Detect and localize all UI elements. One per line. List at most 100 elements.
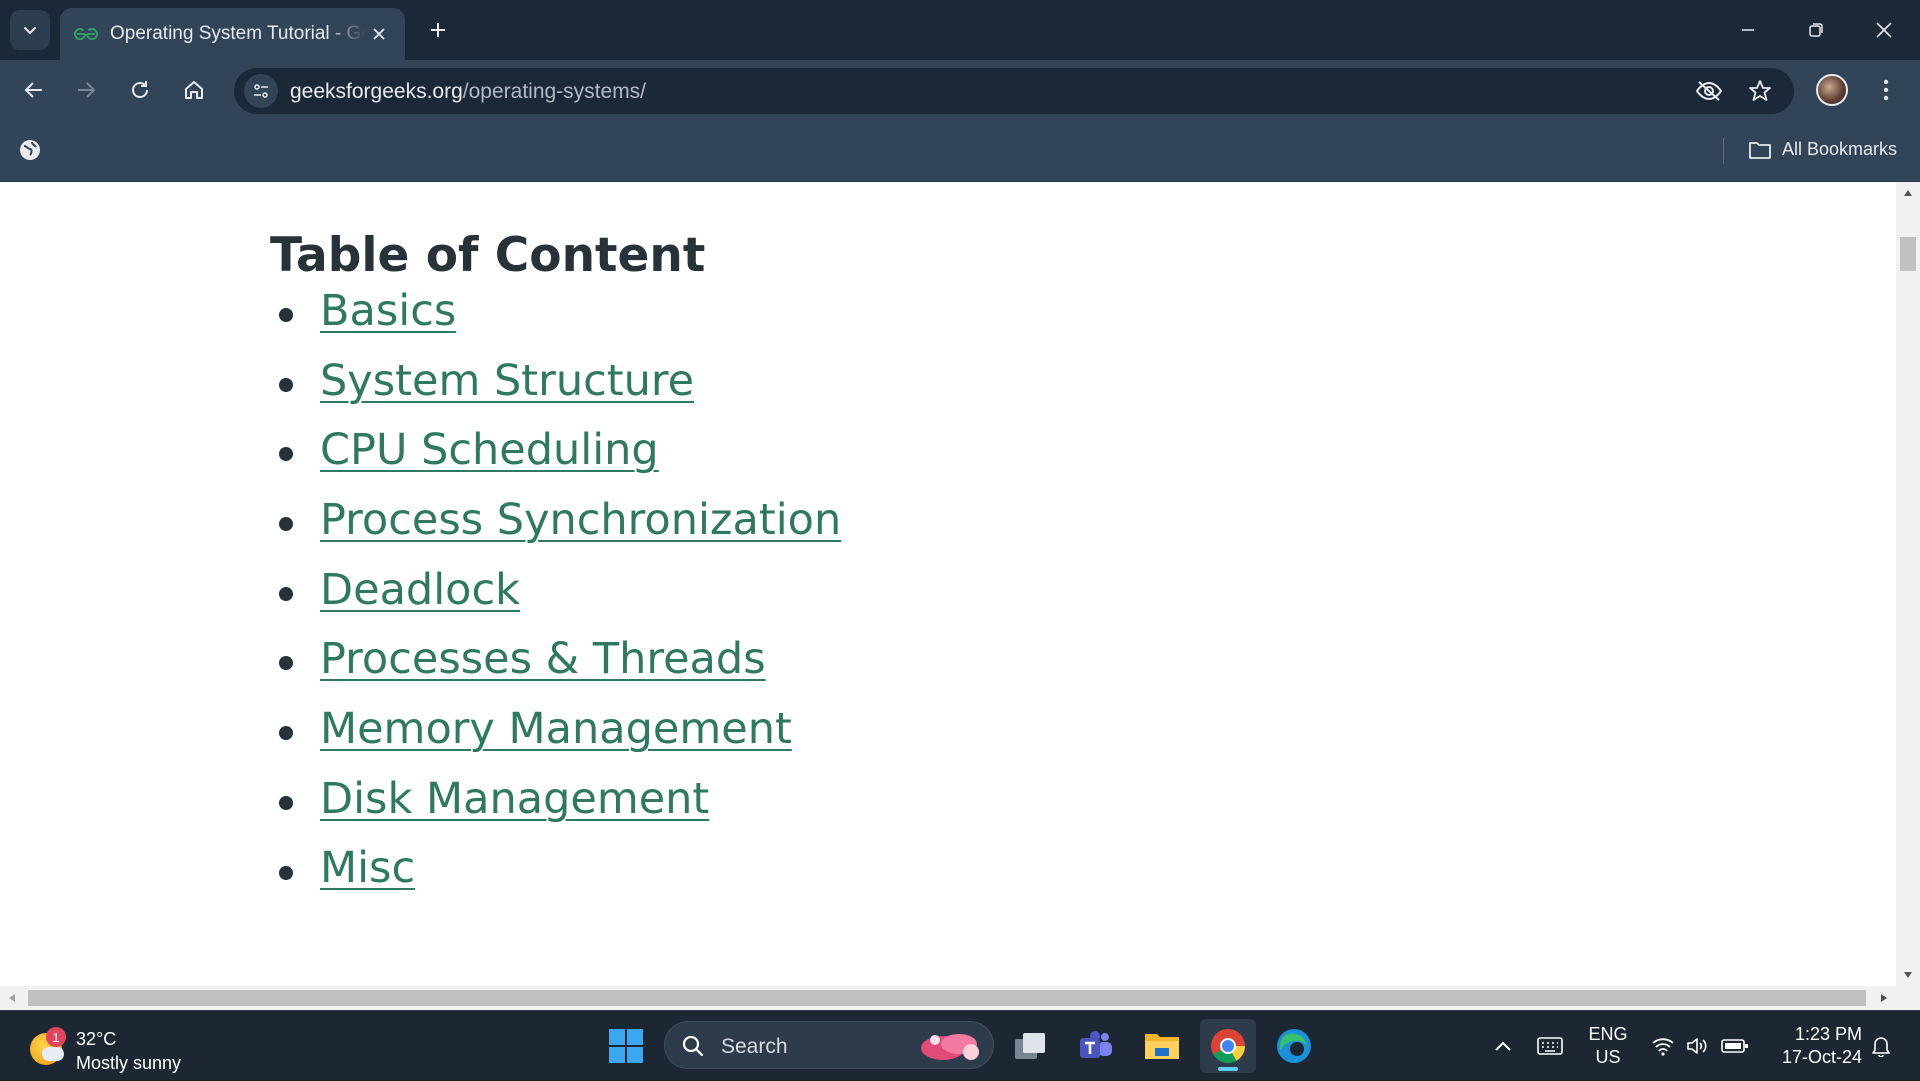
tab-search-button[interactable] [10, 10, 50, 50]
toc-item: Basics [270, 276, 841, 346]
close-icon [373, 28, 385, 40]
toc-link-process-synchronization[interactable]: Process Synchronization [320, 495, 841, 545]
bullet-icon [279, 726, 293, 741]
toc-heading: Table of Content [270, 228, 706, 283]
toc-item: Deadlock [270, 555, 841, 625]
back-button[interactable] [14, 70, 54, 110]
bullet-icon [279, 865, 293, 880]
browser-tab-active[interactable]: Operating System Tutorial - GeeksforGeek… [60, 8, 405, 60]
close-icon [1876, 22, 1892, 38]
toc-link-memory-management[interactable]: Memory Management [320, 704, 792, 754]
toc-link-basics[interactable]: Basics [320, 286, 456, 336]
toc-item: CPU Scheduling [270, 415, 841, 485]
weather-temp: 32°C [76, 1029, 117, 1049]
edge-icon [1277, 1029, 1311, 1063]
horizontal-scroll-thumb[interactable] [28, 990, 1866, 1006]
browser-titlebar: Operating System Tutorial - GeeksforGeek… [0, 0, 1920, 60]
search-placeholder: Search [721, 1035, 788, 1058]
teams-button[interactable] [1068, 1019, 1124, 1073]
toc-item: Memory Management [270, 694, 841, 764]
vertical-scroll-thumb[interactable] [1900, 237, 1916, 271]
scroll-left-icon[interactable] [0, 986, 24, 1010]
restore-button[interactable] [1788, 8, 1844, 52]
new-tab-button[interactable] [418, 12, 458, 48]
language-code: ENG [1588, 1024, 1628, 1044]
bullet-icon [279, 517, 293, 532]
battery-status[interactable] [1718, 1011, 1752, 1081]
bookmark-star-button[interactable] [1745, 76, 1775, 106]
language-indicator[interactable]: ENG US [1580, 1023, 1636, 1069]
chrome-taskbar-button[interactable] [1200, 1019, 1256, 1073]
system-clock[interactable]: 1:23 PM 17-Oct-24 [1768, 1023, 1862, 1069]
taskbar-search[interactable]: Search [664, 1021, 994, 1069]
tracking-protection-button[interactable] [1694, 76, 1724, 106]
bell-icon [1872, 1037, 1890, 1057]
toc-link-processes-threads[interactable]: Processes & Threads [320, 634, 766, 684]
toc-item: System Structure [270, 346, 841, 416]
toc-item: Misc [270, 834, 841, 904]
start-button[interactable] [598, 1019, 654, 1073]
all-bookmarks-button[interactable]: All Bookmarks [1748, 139, 1897, 160]
home-button[interactable] [174, 70, 214, 110]
search-icon [682, 1035, 704, 1057]
forward-button[interactable] [66, 70, 106, 110]
toc-list: Basics System Structure CPU Scheduling P… [270, 276, 841, 903]
teams-icon [1080, 1031, 1112, 1058]
weather-widget[interactable]: 1 32°C Mostly sunny [26, 1019, 206, 1073]
toc-link-cpu-scheduling[interactable]: CPU Scheduling [320, 425, 659, 475]
browser-toolbar: geeksforgeeks.org/operating-systems/ [0, 60, 1920, 120]
task-view-button[interactable] [1002, 1019, 1058, 1073]
star-icon [1749, 80, 1771, 101]
tab-title: Operating System Tutorial - GeeksforGeek… [110, 23, 365, 44]
show-hidden-icons-button[interactable] [1486, 1011, 1520, 1081]
reload-icon [132, 81, 148, 98]
scroll-down-icon[interactable] [1896, 966, 1920, 984]
scroll-right-icon[interactable] [1872, 986, 1896, 1010]
toc-link-system-structure[interactable]: System Structure [320, 356, 694, 406]
toc-item: Processes & Threads [270, 624, 841, 694]
reload-button[interactable] [120, 70, 160, 110]
edge-button[interactable] [1266, 1019, 1322, 1073]
bullet-icon [279, 795, 293, 810]
toc-link-disk-management[interactable]: Disk Management [320, 774, 709, 824]
url-path: /operating-systems/ [462, 80, 647, 103]
bullet-icon [279, 656, 293, 671]
minimize-icon [1742, 29, 1754, 31]
bookmarks-separator [1723, 138, 1724, 164]
vertical-scrollbar[interactable] [1896, 182, 1920, 986]
file-explorer-button[interactable] [1134, 1019, 1190, 1073]
tab-close-button[interactable] [367, 22, 391, 46]
weather-condition: Mostly sunny [76, 1053, 182, 1073]
chrome-icon [1211, 1029, 1245, 1063]
profile-avatar[interactable] [1816, 74, 1848, 106]
wifi-status[interactable] [1648, 1011, 1678, 1081]
chevron-down-icon [24, 27, 36, 35]
bullet-icon [279, 377, 293, 392]
toc-link-deadlock[interactable]: Deadlock [320, 565, 520, 615]
folder-icon [1145, 1034, 1179, 1059]
close-window-button[interactable] [1856, 8, 1912, 52]
kebab-menu-icon [1883, 79, 1889, 101]
scroll-up-icon[interactable] [1896, 184, 1920, 202]
horizontal-scrollbar[interactable] [0, 986, 1920, 1010]
toc-link-misc[interactable]: Misc [320, 843, 415, 893]
volume-status[interactable] [1682, 1011, 1712, 1081]
toc-item: Process Synchronization [270, 485, 841, 555]
site-info-button[interactable] [244, 74, 278, 108]
globe-icon[interactable] [18, 138, 42, 162]
bullet-icon [279, 586, 293, 601]
toc-item: Disk Management [270, 764, 841, 834]
windows-logo-icon [609, 1029, 643, 1063]
notifications-button[interactable] [1864, 1011, 1898, 1081]
browser-menu-button[interactable] [1870, 74, 1902, 106]
volume-icon [1687, 1038, 1707, 1054]
url-host: geeksforgeeks.org [290, 80, 463, 103]
address-bar[interactable]: geeksforgeeks.org/operating-systems/ [234, 68, 1794, 114]
arrow-right-icon [78, 82, 96, 98]
task-view-icon [1015, 1033, 1045, 1059]
touch-keyboard-button[interactable] [1532, 1011, 1568, 1081]
wifi-icon [1652, 1038, 1674, 1056]
active-indicator [1218, 1067, 1238, 1071]
minimize-button[interactable] [1720, 8, 1776, 52]
eye-off-icon [1695, 81, 1723, 101]
